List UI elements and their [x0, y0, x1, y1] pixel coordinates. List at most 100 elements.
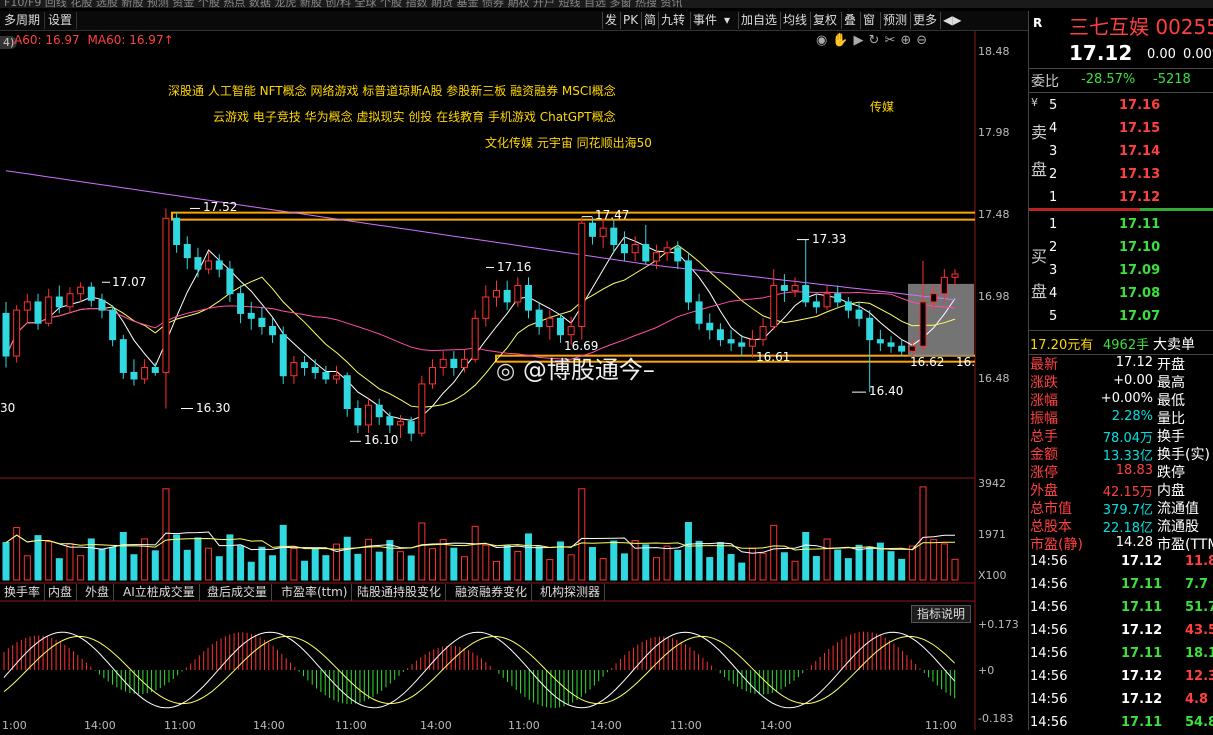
add-watchlist-button[interactable]: 加自选: [738, 12, 779, 29]
tab-turnover[interactable]: 换手率: [0, 584, 46, 601]
candle-body: [173, 217, 181, 246]
volume-bar: [919, 486, 927, 581]
candle-body: [812, 301, 820, 308]
overlay-button[interactable]: 叠: [841, 12, 858, 29]
macd-dea-line: [3, 635, 956, 705]
tab-institution[interactable]: 机构探测器: [536, 584, 606, 601]
candle-body: [215, 260, 223, 270]
tab-northbound[interactable]: 陆股通持股变化: [353, 584, 447, 601]
time-label: 11:00: [335, 719, 367, 732]
volume-bar: [194, 537, 202, 581]
tab-ai-volume[interactable]: AI立桩成交量: [119, 584, 200, 601]
volume-bar: [492, 560, 500, 581]
big-order-row: 17.20元有 4962手 大卖单: [1029, 330, 1213, 355]
volume-bar: [2, 542, 10, 581]
candle-body: [599, 227, 607, 237]
volume-bar: [567, 554, 575, 581]
volume-chart[interactable]: [0, 480, 975, 582]
candle-body: [237, 293, 245, 314]
volume-bar: [674, 549, 682, 581]
sell-level: 4: [1049, 121, 1058, 136]
buy-row[interactable]: 5 17.07: [1029, 306, 1213, 329]
ma10-line: [5, 244, 956, 408]
candle-body: [759, 326, 767, 341]
stat-row: 涨跌 +0.00 最高: [1029, 372, 1213, 391]
weibi-label: 委比: [1031, 74, 1059, 90]
ma-button[interactable]: 均线: [780, 12, 809, 29]
volume-bar: [450, 547, 458, 581]
candle-body: [23, 301, 31, 311]
tick-price: 17.12: [1121, 623, 1163, 638]
events-dropdown-icon[interactable]: ▾: [722, 12, 732, 29]
candle-body: [482, 296, 490, 319]
buy-row[interactable]: 1 17.11: [1029, 214, 1213, 237]
events-button[interactable]: 事件: [690, 12, 719, 29]
volume-bar: [535, 546, 543, 581]
simple-button[interactable]: 简: [641, 12, 658, 29]
buy-row[interactable]: 3 17.09: [1029, 260, 1213, 283]
candle-body: [908, 345, 916, 352]
candle-body: [386, 416, 394, 426]
more-button[interactable]: 更多: [910, 12, 939, 29]
window-button[interactable]: 窗: [860, 12, 877, 29]
sell-price: 17.14: [1119, 144, 1161, 159]
tab-after-hours[interactable]: 盘后成交量: [203, 584, 273, 601]
candle-body: [556, 317, 564, 336]
volume-bar: [588, 547, 596, 581]
time-label: 14:00: [420, 719, 452, 732]
buy-price: 17.09: [1119, 263, 1161, 278]
candle-body: [524, 285, 532, 311]
volume-bar: [162, 488, 170, 581]
forecast-box: [908, 283, 974, 357]
volume-bar: [482, 544, 490, 581]
stat-value: +0.00: [1113, 373, 1153, 388]
price-axis-label: 17.48: [978, 208, 1010, 221]
predict-button[interactable]: 预测: [880, 12, 909, 29]
candle-body: [247, 312, 255, 319]
expand-icon[interactable]: ◀▶: [940, 12, 963, 29]
sell-row[interactable]: 2 17.13: [1029, 164, 1213, 187]
volume-bar: [930, 539, 938, 581]
tick-volume: 18.1: [1185, 646, 1213, 661]
settings-button[interactable]: 设置: [44, 12, 78, 29]
volume-bar: [66, 543, 74, 581]
publish-button[interactable]: 发: [602, 12, 619, 29]
tick-price: 17.12: [1121, 669, 1163, 684]
candle-body: [642, 244, 650, 262]
tab-margin[interactable]: 融资融券变化: [451, 584, 533, 601]
volume-bar: [706, 557, 714, 581]
tick-time: 14:56: [1030, 600, 1068, 615]
tab-outer[interactable]: 外盘: [81, 584, 115, 601]
volume-bar: [130, 554, 138, 581]
sell-row[interactable]: 3 17.14: [1029, 141, 1213, 164]
stat-label-2: 跌停: [1157, 465, 1185, 481]
indicator-help-button[interactable]: 指标说明: [911, 605, 972, 623]
buy-row[interactable]: 4 17.08: [1029, 283, 1213, 306]
adjust-button[interactable]: 复权: [810, 12, 839, 29]
nine-turn-button[interactable]: 九转: [658, 12, 687, 29]
buy-row[interactable]: 2 17.10: [1029, 237, 1213, 260]
volume-bar: [898, 558, 906, 581]
volume-bar: [343, 536, 351, 581]
volume-bar: [311, 547, 319, 581]
quote-panel: R 三七互娱 00255 17.12 0.00 0.00% 委比 -28.57%…: [1028, 11, 1213, 730]
stock-change: 0.00: [1147, 47, 1176, 62]
sell-row[interactable]: 1 17.12: [1029, 187, 1213, 210]
tab-inner[interactable]: 内盘: [44, 584, 78, 601]
pk-button[interactable]: PK: [620, 12, 640, 29]
stat-label: 金额: [1030, 447, 1058, 463]
volume-bar: [727, 554, 735, 581]
big-order-price: 17.20元有: [1030, 338, 1094, 353]
tab-pe-ttm[interactable]: 市盈率(ttm): [277, 584, 353, 601]
sell-row[interactable]: 4 17.15: [1029, 118, 1213, 141]
candle-body: [716, 329, 724, 341]
multi-period-button[interactable]: 多周期: [0, 12, 46, 29]
candle-body: [450, 358, 458, 369]
macd-chart[interactable]: [0, 622, 975, 720]
sell-row[interactable]: 5 17.16: [1029, 95, 1213, 118]
volume-bar: [439, 539, 447, 581]
candle-body: [684, 260, 692, 303]
sell-level: 2: [1049, 167, 1058, 182]
tick-time: 14:56: [1030, 577, 1068, 592]
candlestick-chart[interactable]: [0, 40, 975, 480]
